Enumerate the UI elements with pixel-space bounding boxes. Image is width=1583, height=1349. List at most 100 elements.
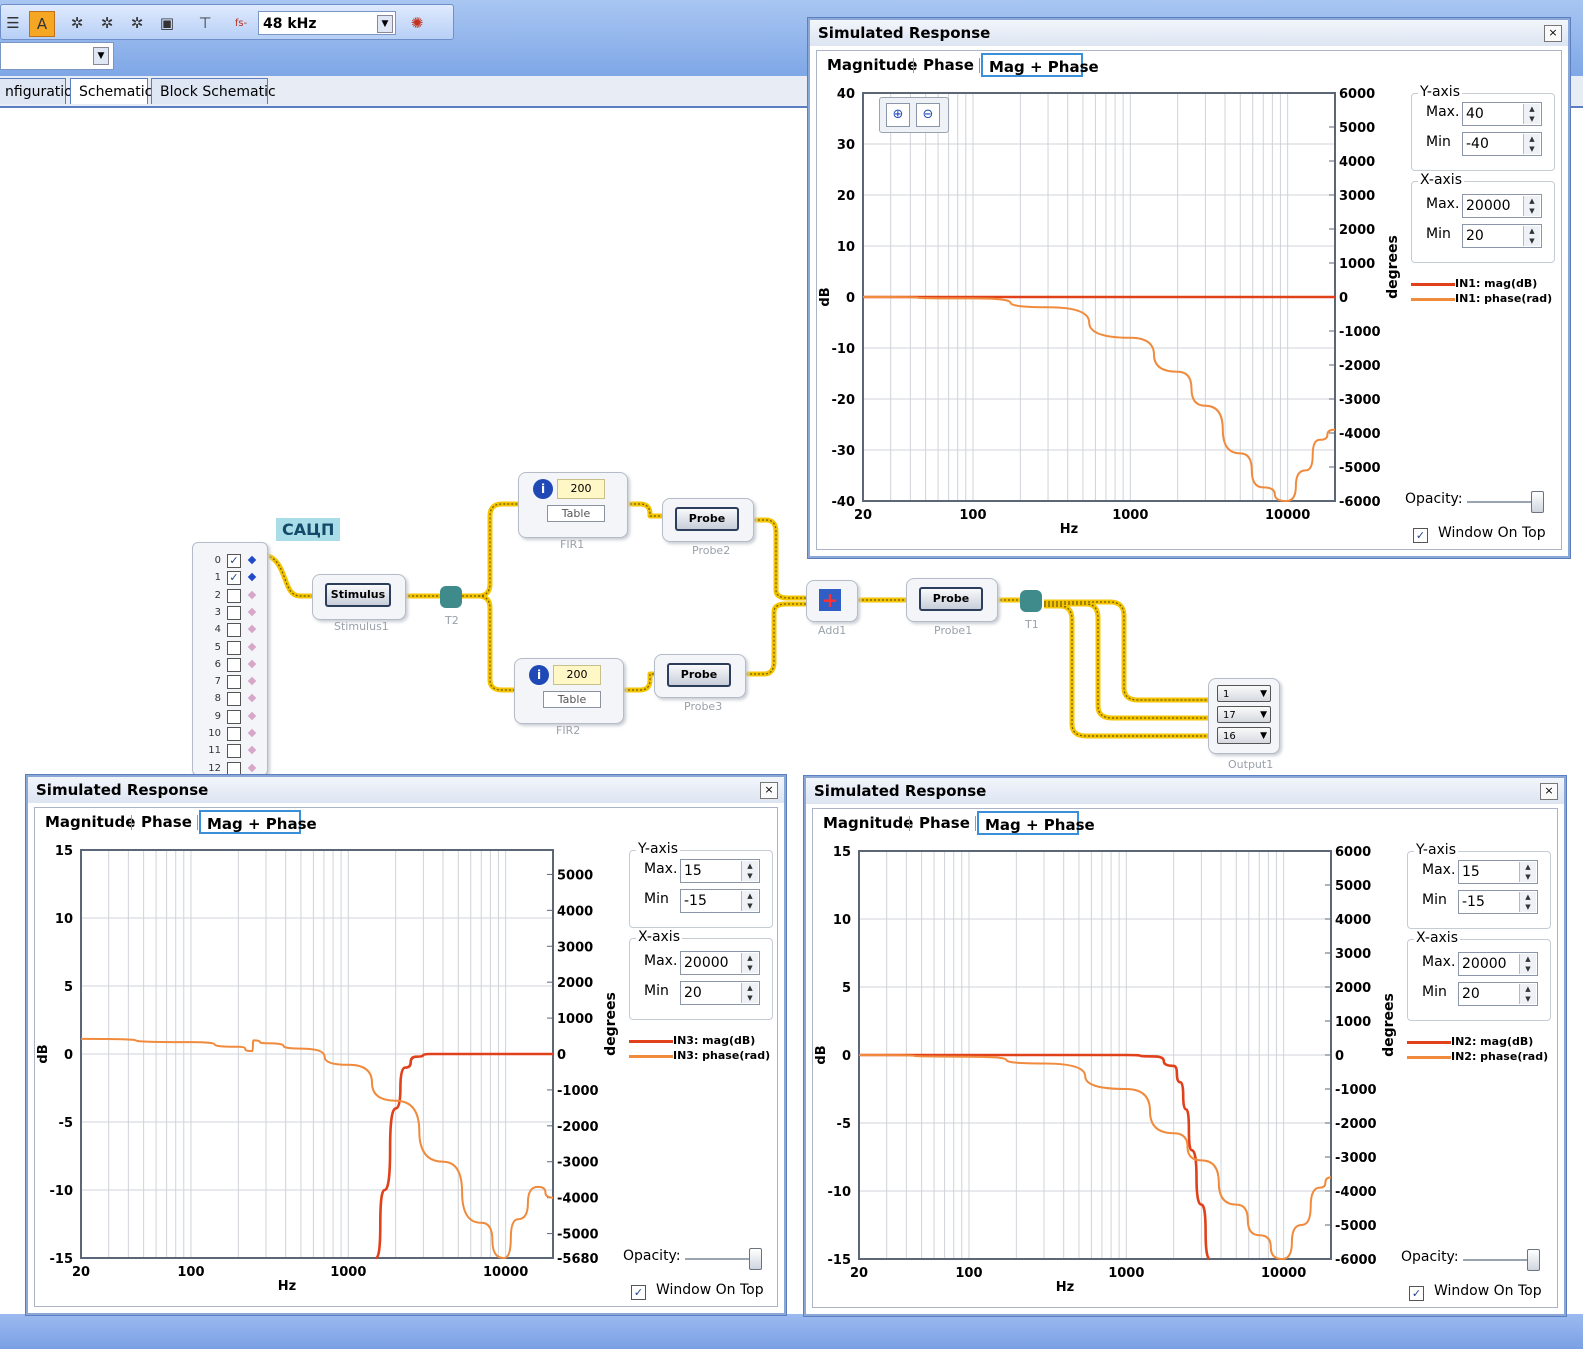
tab-configuration[interactable]: nfiguration: [0, 78, 82, 104]
channel-output-pin[interactable]: [247, 746, 257, 755]
fir2-value[interactable]: 200: [553, 665, 601, 685]
y-max-input[interactable]: 15 ▲ ▼: [680, 859, 760, 883]
y-min-input[interactable]: -15 ▲ ▼: [1458, 890, 1538, 914]
spin-arrows-icon[interactable]: ▲ ▼: [1519, 862, 1536, 882]
info-icon[interactable]: i: [533, 479, 553, 499]
response-chart[interactable]: 151050-5-10-156000500040003000200010000-…: [813, 839, 1403, 1309]
channel-output-pin[interactable]: [247, 607, 257, 617]
x-max-input[interactable]: 20000 ▲ ▼: [680, 951, 760, 975]
spin-arrows-icon[interactable]: ▲ ▼: [1519, 892, 1536, 912]
output1-block[interactable]: 1 ▼ 17 ▼ 16 ▼: [1208, 678, 1280, 754]
opacity-slider-thumb[interactable]: [1531, 491, 1544, 513]
spin-arrows-icon[interactable]: ▲ ▼: [741, 953, 758, 973]
opacity-slider-track[interactable]: [685, 1258, 751, 1260]
x-min-input[interactable]: 20 ▲ ▼: [680, 981, 760, 1005]
simulated-response-window-in1[interactable]: Simulated Response × Magnitude Phase Mag + P…: [808, 18, 1570, 558]
window-on-top-toggle[interactable]: ✓ Window On Top: [1413, 525, 1546, 543]
channel-checkbox[interactable]: [227, 623, 241, 638]
add1-block[interactable]: +: [806, 580, 858, 622]
channel-checkbox[interactable]: ✓: [227, 571, 241, 586]
spin-arrows-icon[interactable]: ▲ ▼: [741, 861, 758, 881]
window-on-top-toggle[interactable]: ✓ Window On Top: [631, 1282, 764, 1300]
channel-checkbox[interactable]: [227, 761, 241, 776]
channel-checkbox[interactable]: [227, 588, 241, 603]
channel-output-pin[interactable]: [247, 624, 257, 634]
window-on-top-checkbox[interactable]: ✓: [631, 1285, 646, 1300]
splitter-t2[interactable]: [440, 586, 462, 608]
simulated-response-window-in3[interactable]: Simulated Response × Magnitude Phase Mag + P…: [26, 775, 786, 1315]
fir2-table-button[interactable]: Table: [543, 691, 601, 708]
output-channel-select[interactable]: 1 ▼: [1217, 685, 1271, 702]
x-max-input[interactable]: 20000 ▲ ▼: [1462, 194, 1542, 218]
window-on-top-checkbox[interactable]: ✓: [1409, 1286, 1424, 1301]
simulated-response-window-in2[interactable]: Simulated Response × Magnitude Phase Mag + P…: [804, 776, 1566, 1316]
wand-icon[interactable]: ✲: [125, 11, 149, 35]
channel-checkbox[interactable]: [227, 657, 241, 672]
a-arrows-icon[interactable]: A: [29, 11, 55, 37]
channel-checkbox[interactable]: [227, 692, 241, 707]
channel-checkbox[interactable]: [227, 709, 241, 724]
response-chart[interactable]: 151050-5-10-15500040003000200010000-1000…: [35, 838, 625, 1308]
spin-arrows-icon[interactable]: ▲ ▼: [1519, 984, 1536, 1004]
spin-arrows-icon[interactable]: ▲ ▼: [741, 983, 758, 1003]
input-channel-block[interactable]: 0 ✓ 1 ✓ 2 3 4 5 6 7 8 9 10 11 12: [192, 542, 268, 776]
channel-output-pin[interactable]: [247, 573, 257, 582]
opacity-slider-thumb[interactable]: [1527, 1249, 1540, 1271]
menu-icon[interactable]: ☰: [1, 11, 25, 35]
fir1-block[interactable]: i 200 Table: [518, 472, 628, 538]
channel-output-pin[interactable]: [247, 728, 257, 738]
fir2-block[interactable]: i 200 Table: [514, 658, 624, 724]
tab-phase[interactable]: Phase: [913, 811, 973, 835]
channel-output-pin[interactable]: [247, 555, 257, 565]
tab-block-schematic[interactable]: Block Schematic: [151, 78, 276, 104]
y-min-input[interactable]: -15 ▲ ▼: [680, 889, 760, 913]
channel-output-pin[interactable]: [247, 642, 257, 651]
channel-output-pin[interactable]: [247, 711, 257, 720]
probe1-block[interactable]: Probe: [906, 578, 998, 622]
output-channel-select[interactable]: 17 ▼: [1217, 706, 1271, 723]
chevron-down-icon[interactable]: ▼: [93, 47, 109, 65]
probe3-block[interactable]: Probe: [654, 654, 746, 698]
spin-arrows-icon[interactable]: ▲ ▼: [1519, 954, 1536, 974]
tab-phase[interactable]: Phase: [135, 810, 195, 834]
stimulus-block[interactable]: Stimulus: [312, 574, 406, 620]
x-max-input[interactable]: 20000 ▲ ▼: [1458, 952, 1538, 976]
gear-icon[interactable]: ✺: [405, 11, 429, 35]
tab-mag-phase[interactable]: Mag + Phase: [199, 810, 317, 834]
channel-checkbox[interactable]: [227, 675, 241, 690]
channel-checkbox[interactable]: [227, 727, 241, 741]
close-icon[interactable]: ×: [1544, 25, 1562, 42]
tab-magnitude[interactable]: Magnitude: [39, 810, 135, 834]
spin-arrows-icon[interactable]: ▲ ▼: [1523, 196, 1540, 216]
save-icon[interactable]: ▣: [155, 11, 179, 35]
channel-checkbox[interactable]: [227, 744, 241, 759]
opacity-slider-thumb[interactable]: [749, 1248, 762, 1270]
y-max-input[interactable]: 15 ▲ ▼: [1458, 860, 1538, 884]
channel-checkbox[interactable]: ✓: [227, 554, 241, 568]
fir1-table-button[interactable]: Table: [547, 505, 605, 522]
channel-checkbox[interactable]: [227, 640, 241, 655]
tab-mag-phase[interactable]: Mag + Phase: [981, 53, 1099, 77]
tab-schematic[interactable]: Schematic: [70, 78, 152, 104]
close-icon[interactable]: ×: [1540, 783, 1558, 800]
response-chart[interactable]: 403020100-10-20-30-406000500040003000200…: [817, 81, 1407, 551]
fir1-value[interactable]: 200: [557, 479, 605, 499]
tab-magnitude[interactable]: Magnitude: [821, 53, 917, 77]
wand-icon[interactable]: ✲: [95, 11, 119, 35]
tab-phase[interactable]: Phase: [917, 53, 977, 77]
spin-arrows-icon[interactable]: ▲ ▼: [1523, 134, 1540, 154]
x-min-input[interactable]: 20 ▲ ▼: [1458, 982, 1538, 1006]
channel-output-pin[interactable]: [247, 694, 257, 703]
output-channel-select[interactable]: 16 ▼: [1217, 727, 1271, 744]
probe2-block[interactable]: Probe: [662, 498, 754, 542]
chevron-down-icon[interactable]: ▼: [377, 15, 393, 33]
close-icon[interactable]: ×: [760, 782, 778, 799]
window-on-top-checkbox[interactable]: ✓: [1413, 528, 1428, 543]
tab-magnitude[interactable]: Magnitude: [817, 811, 913, 835]
probe2-button[interactable]: Probe: [675, 507, 739, 531]
opacity-slider-track[interactable]: [1467, 501, 1533, 503]
channel-output-pin[interactable]: [247, 676, 257, 686]
probe1-button[interactable]: Probe: [919, 587, 983, 611]
spin-arrows-icon[interactable]: ▲ ▼: [1523, 226, 1540, 246]
zoom-out-icon[interactable]: ⊖: [916, 103, 940, 127]
